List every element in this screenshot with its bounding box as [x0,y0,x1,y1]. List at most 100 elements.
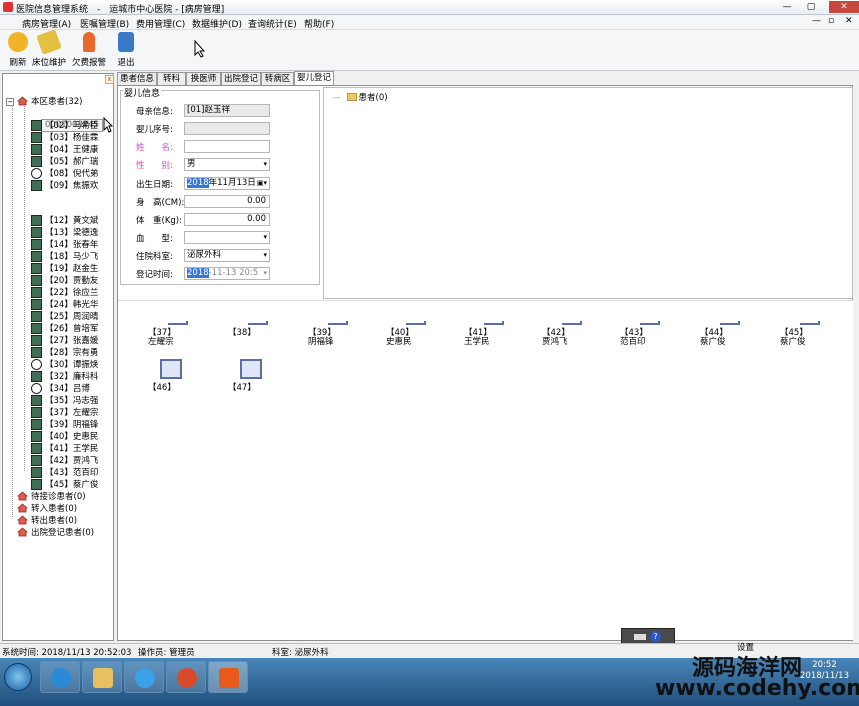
floating-toolbar-widget[interactable]: ? [621,628,675,644]
collapse-icon[interactable]: − [6,98,14,106]
baby-list-panel: — 患者(0) [323,87,853,299]
weight-input[interactable]: 0.00 [184,213,270,226]
patient-icon [31,144,42,155]
sex-select[interactable]: 男 ▾ [184,158,270,171]
patient-label: 【41】王学民 [45,444,99,454]
bed-card[interactable]: 【40】 史惠民 [386,321,446,353]
patient-label: 【27】张嘉媛 [45,336,99,346]
menu-help[interactable]: 帮助(F) [304,17,334,30]
arrears-alarm-button[interactable]: 欠费报警 [71,32,107,69]
patient-icon [31,275,42,286]
mdi-close-button[interactable]: ✕ [845,16,853,26]
windows-app-icon [219,668,239,688]
taskbar-ie-2[interactable] [124,661,164,693]
empty-bed-card[interactable]: 【46】 [148,359,208,393]
chevron-down-icon[interactable]: ▾ [263,159,267,170]
patient-label: 【14】张春年 [45,240,99,250]
exit-button[interactable]: 退出 [108,32,144,69]
exit-icon [118,32,134,52]
bed-indicator [562,321,582,325]
patient-icon [31,251,42,262]
patient-label: 【26】曾培军 [45,324,99,334]
tab-discharge[interactable]: 出院登记 [221,72,261,85]
patient-label: 【03】杨佳霖 [45,133,99,143]
patient-label: 【18】马少飞 [45,252,99,262]
keyboard-icon[interactable] [634,634,646,640]
menu-data[interactable]: 数据维护(D) [192,17,242,30]
bed-patient-name: 左耀宗 [148,337,174,347]
minimize-button[interactable]: — [776,1,798,13]
bed-number: 【38】 [228,328,256,338]
toolbar: 刷新 床位维护 欠费报警 退出 [0,29,859,71]
bed-number: 【47】 [228,383,256,393]
patient-label: 【28】宗有勇 [45,348,99,358]
bed-indicator [640,321,660,325]
bed-maintain-button[interactable]: 床位维护 [31,29,67,69]
panel-close-button[interactable]: x [105,75,114,84]
tab-transfer-ward[interactable]: 转病区 [261,72,294,85]
bed-patient-name: 史惠民 [386,337,412,347]
close-button[interactable]: ✕ [829,1,859,13]
bed-indicator [720,321,740,325]
chevron-down-icon[interactable]: ▾ [263,268,267,279]
house-icon [17,96,28,106]
taskbar-explorer[interactable] [82,661,122,693]
bed-card[interactable]: 【45】 蔡广俊 [780,321,840,353]
folder-icon [346,93,357,101]
taskbar-ie[interactable] [40,661,80,693]
calendar-icon[interactable]: ▣▾ [257,178,267,189]
bed-card[interactable]: 【38】 [228,321,288,353]
arrears-alarm-label: 欠费报警 [71,58,106,68]
menu-ward[interactable]: 病房管理(A) [22,17,71,30]
chevron-down-icon[interactable]: ▾ [263,250,267,261]
window-title: 医院信息管理系统 - 运城市中心医院 - [病房管理] [16,5,225,15]
start-button[interactable] [4,663,32,691]
birth-date-picker[interactable]: 2018年11月13日 ▣▾ [184,177,270,190]
mother-field: [01]赵玉祥 [184,104,270,117]
baby-tree-root[interactable]: — 患者(0) [332,91,388,103]
patient-icon [31,419,42,430]
bed-indicator [406,321,426,325]
dept-select[interactable]: 泌尿外科 ▾ [184,249,270,262]
bed-card[interactable]: 【37】 左耀宗 [148,321,208,353]
blood-type-select[interactable]: ▾ [184,231,270,244]
menu-orders[interactable]: 医嘱管理(B) [80,17,129,30]
mother-label: 母亲信息: [136,107,173,117]
bed-card[interactable]: 【41】 王学民 [464,321,524,353]
patient-tree-panel: x − 本区患者(32) 0001003245 【02】马希臣 【03】杨佳霖 【0… [2,73,114,641]
mdi-minimize-button[interactable]: — [812,16,821,26]
chevron-down-icon[interactable]: ▾ [263,232,267,243]
menu-query[interactable]: 查询统计(E) [248,17,297,30]
patient-label: 【05】郝广瑞 [45,157,99,167]
help-icon[interactable]: ? [650,631,661,642]
reg-time-picker[interactable]: 2018-11-13 20:5 ▾ [184,267,270,280]
reg-time-label: 登记时间: [136,270,173,280]
menu-fees[interactable]: 费用管理(C) [136,17,185,30]
tab-patient-info[interactable]: 患者信息 [117,72,157,85]
patient-icon [31,347,42,358]
baby-name-input[interactable] [184,140,270,153]
tab-change-doctor[interactable]: 换医师 [186,72,221,85]
height-input[interactable]: 0.00 [184,195,270,208]
sex-label: 性 别: [136,161,173,171]
taskbar-active-app[interactable] [208,661,248,693]
empty-bed-card[interactable]: 【47】 [228,359,288,393]
bed-indicator [248,321,268,325]
mdi-restore-button[interactable]: ▫ [828,16,834,26]
tab-baby-register[interactable]: 婴儿登记 [294,71,334,86]
taskbar-app[interactable] [166,661,206,693]
app-icon [177,668,197,688]
patient-icon [31,132,42,143]
menu-bar: 病房管理(A) 医嘱管理(B) 费用管理(C) 数据维护(D) 查询统计(E) … [0,15,859,30]
restore-button[interactable]: ▢ [800,1,822,13]
bed-indicator [328,321,348,325]
patient-icon [31,299,42,310]
tree-group-label: 转出患者(0) [31,516,78,526]
tree-root-label: 本区患者(32) [31,97,83,107]
bed-card[interactable]: 【43】 范百印 [620,321,680,353]
tab-transfer-dept[interactable]: 转科 [157,72,186,85]
bed-card[interactable]: 【42】 贾鸿飞 [542,321,602,353]
bed-card[interactable]: 【44】 蔡广俊 [700,321,760,353]
bed-card[interactable]: 【39】 阴福锋 [308,321,368,353]
bed-indicator [168,321,188,325]
